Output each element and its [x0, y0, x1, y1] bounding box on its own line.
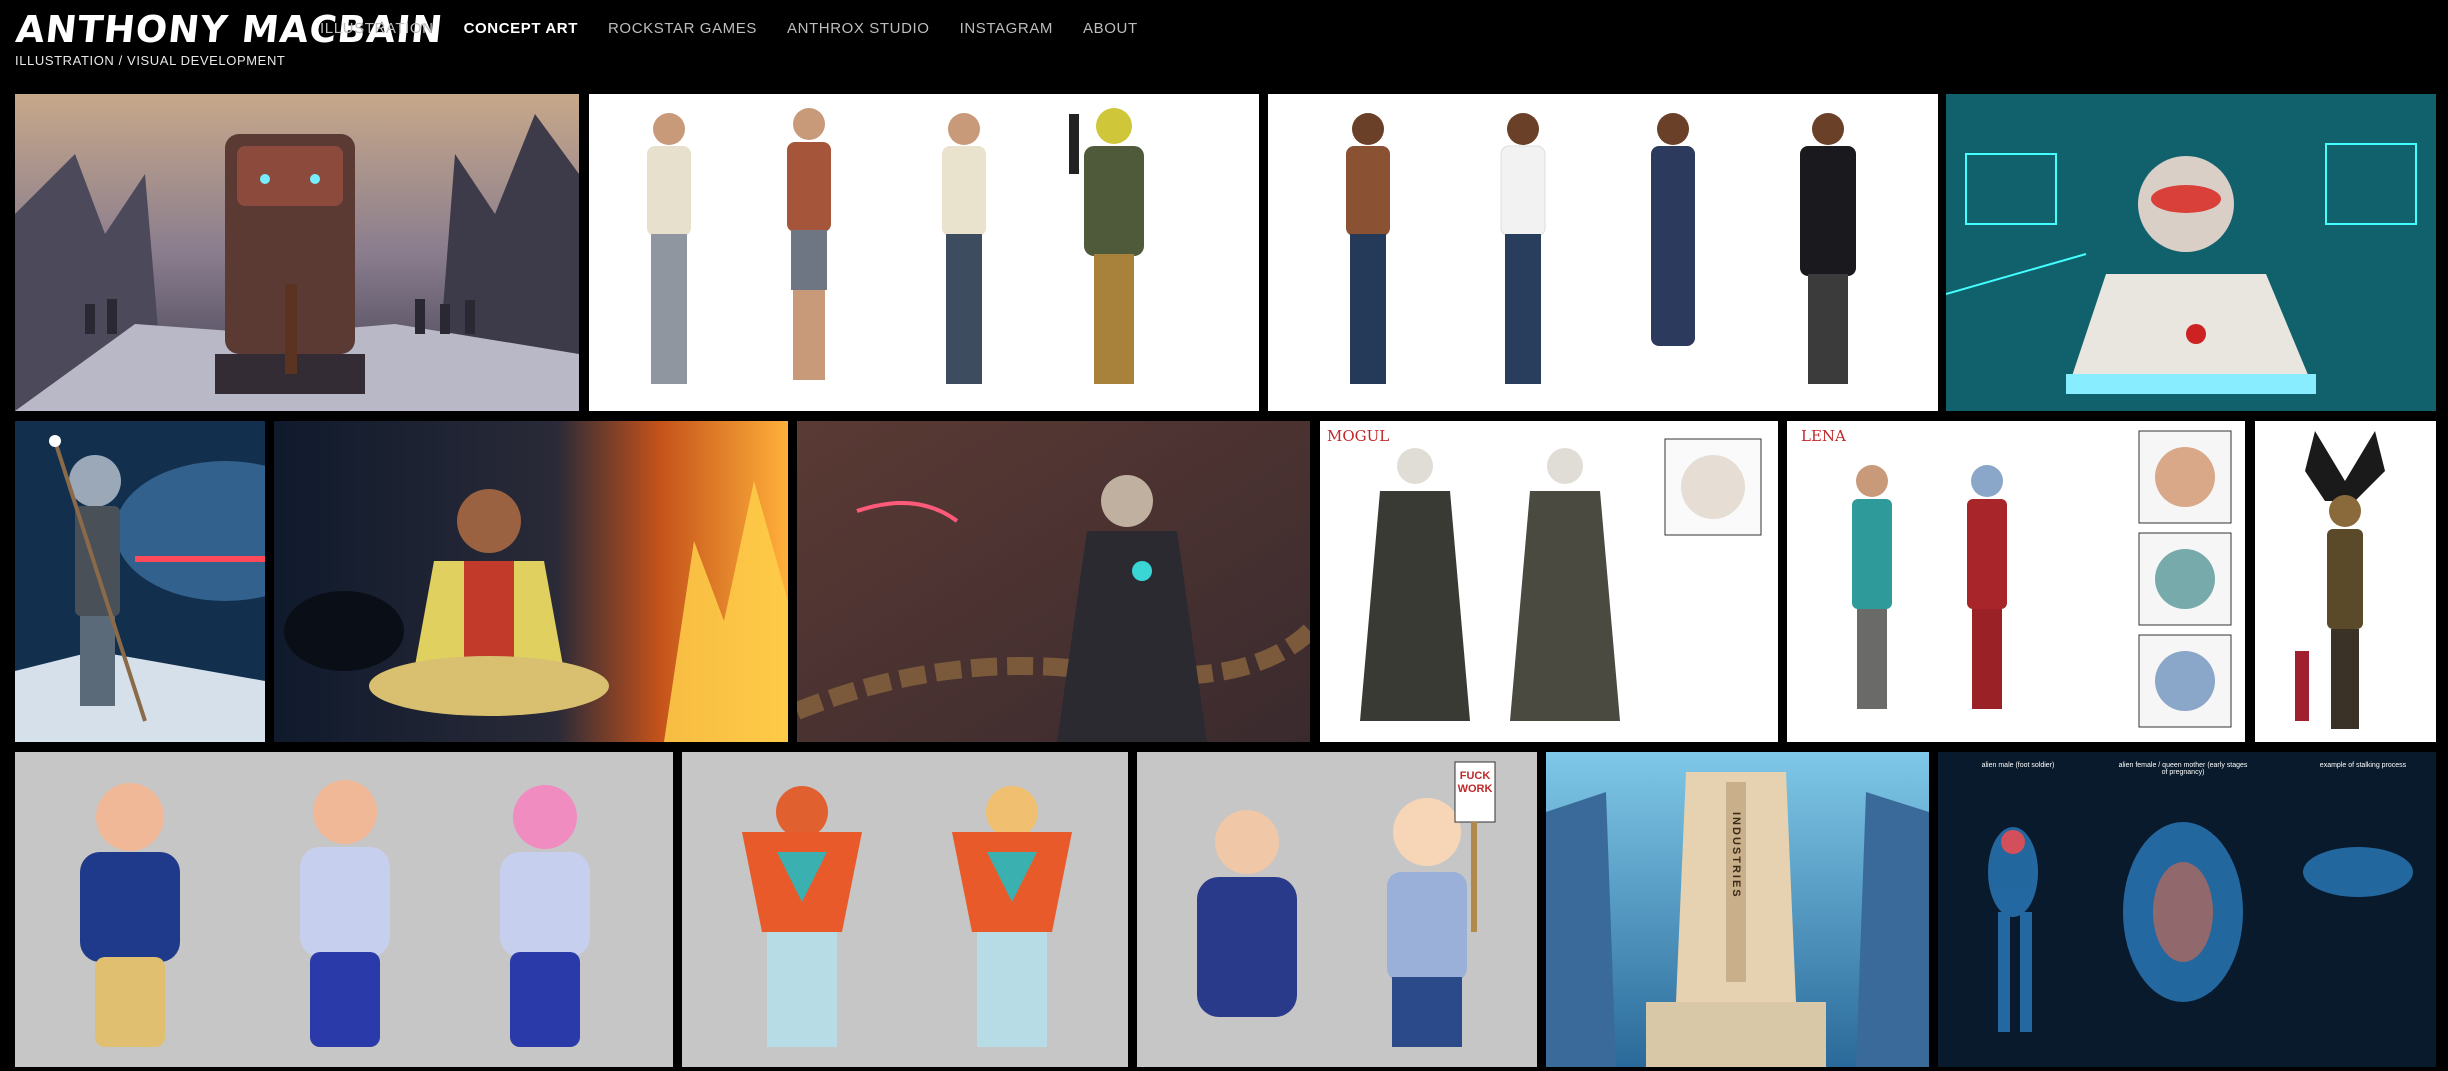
trevor-lineup-image — [589, 94, 1259, 411]
gallery-tile-tribal-warrior[interactable] — [2255, 421, 2436, 742]
gallery-tile-superhero-trio[interactable] — [15, 752, 673, 1067]
site-header: ANTHONY MACBAIN ILLUSTRATION / VISUAL DE… — [0, 0, 2448, 90]
nav-illustration[interactable]: ILLUSTRATION — [320, 20, 434, 37]
fire-meditation-image — [274, 421, 788, 742]
gallery-tile-boss-and-worker[interactable]: FUCK WORK — [1137, 752, 1537, 1067]
nav-rockstar-games[interactable]: ROCKSTAR GAMES — [608, 20, 757, 37]
nav-anthrox-studio[interactable]: ANTHROX STUDIO — [787, 20, 930, 37]
mogul-sheet-image — [1320, 421, 1778, 742]
main-nav: ILLUSTRATION CONCEPT ART ROCKSTAR GAMES … — [320, 20, 1138, 37]
nav-instagram[interactable]: INSTAGRAM — [960, 20, 1053, 37]
gallery-tile-industries-tower[interactable]: INDUSTRIES — [1546, 752, 1929, 1067]
gallery-tile-robot-heroes[interactable] — [682, 752, 1128, 1067]
space-knight-image — [15, 421, 265, 742]
gallery-tile-mogul-sheet[interactable]: MOGUL — [1320, 421, 1778, 742]
protest-sign-text: FUCK WORK — [1457, 770, 1493, 795]
gallery-tile-robot-scene[interactable] — [15, 94, 579, 411]
nav-concept-art[interactable]: CONCEPT ART — [464, 20, 578, 37]
gallery-tile-alien-anatomy[interactable]: alien male (foot soldier) alien female /… — [1938, 752, 2436, 1067]
boss-and-worker-image — [1137, 752, 1537, 1067]
robot-scene-image — [15, 94, 579, 411]
industries-tower-image — [1546, 752, 1929, 1067]
superhero-trio-image — [15, 752, 673, 1067]
nav-about[interactable]: ABOUT — [1083, 20, 1138, 37]
mogul-label: MOGUL — [1327, 427, 1390, 445]
lena-label: LENA — [1801, 427, 1846, 445]
alien-caption-female: alien female / queen mother (early stage… — [2118, 762, 2248, 776]
franklin-lineup-image — [1268, 94, 1938, 411]
gallery-tile-chain-warrior[interactable] — [797, 421, 1310, 742]
alien-anatomy-image — [1938, 752, 2436, 1067]
alien-caption-stalking: example of stalking process — [2319, 762, 2407, 769]
gallery-tile-lena-sheet[interactable]: LENA — [1787, 421, 2245, 742]
gallery-tile-franklin-lineup[interactable] — [1268, 94, 1938, 411]
lena-sheet-image — [1787, 421, 2245, 742]
gallery-tile-cyber-surgeon[interactable] — [1946, 94, 2436, 411]
alien-caption-male: alien male (foot soldier) — [1981, 762, 2055, 769]
tribal-warrior-image — [2255, 421, 2436, 742]
industries-sign-text: INDUSTRIES — [1730, 812, 1742, 899]
gallery-tile-trevor-lineup[interactable] — [589, 94, 1259, 411]
cyber-surgeon-image — [1946, 94, 2436, 411]
robot-heroes-image — [682, 752, 1128, 1067]
gallery-tile-fire-meditation[interactable] — [274, 421, 788, 742]
site-tagline: ILLUSTRATION / VISUAL DEVELOPMENT — [15, 53, 286, 68]
chain-warrior-image — [797, 421, 1310, 742]
gallery-tile-space-knight[interactable] — [15, 421, 265, 742]
